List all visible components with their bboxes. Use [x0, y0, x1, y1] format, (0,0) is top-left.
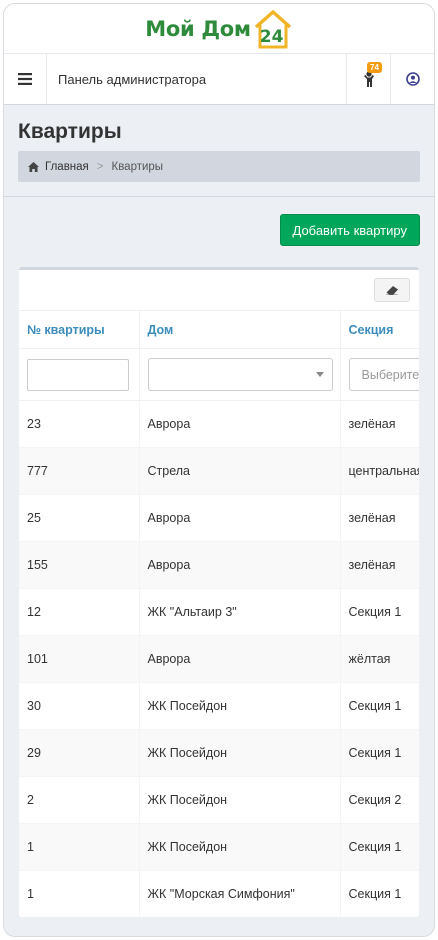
content: Квартиры Главная > Квартиры Добавить ква… [4, 105, 434, 917]
table-row[interactable]: 2 ЖК Посейдон Секция 2 [19, 776, 419, 824]
cell-number: 1 [19, 870, 140, 917]
cell-house: ЖК "Морская Симфония" [139, 870, 341, 917]
navbar-title: Панель администратора [58, 71, 207, 87]
cell-house: ЖК "Альтаир 3" [139, 588, 341, 636]
cell-house: Аврора [139, 635, 341, 683]
navbar: Панель администратора 74 [4, 54, 434, 105]
cell-section: зелёная [340, 541, 419, 589]
table-row[interactable]: 777 Стрела центральная [19, 447, 419, 495]
notifications-button[interactable]: 74 [346, 54, 390, 104]
cell-section: зелёная [340, 494, 419, 542]
page-title: Квартиры [18, 120, 122, 143]
table-row[interactable]: 25 Аврора зелёная [19, 494, 419, 542]
notification-badge: 74 [367, 62, 382, 73]
logo-number: 24 [259, 26, 284, 47]
breadcrumb-separator: > [96, 160, 104, 173]
cell-house: ЖК Посейдон [139, 729, 341, 777]
breadcrumb-home-label: Главная [45, 160, 89, 173]
cell-number: 12 [19, 588, 140, 636]
cell-number: 30 [19, 682, 140, 730]
app-frame: Мой Дом 24 Панель администратора 74 Квар… [3, 3, 435, 937]
table-row[interactable]: 23 Аврора зелёная [19, 400, 419, 448]
menu-toggle-button[interactable] [4, 54, 47, 104]
user-icon [405, 72, 420, 86]
eraser-icon [386, 285, 398, 295]
cell-house: Стрела [139, 447, 341, 495]
column-header-number[interactable]: № квартиры [19, 311, 140, 349]
cell-number: 25 [19, 494, 140, 542]
cell-house: Аврора [139, 400, 341, 448]
cell-section: Секция 1 [340, 588, 419, 636]
cell-number: 101 [19, 635, 140, 683]
caret-down-icon [315, 372, 324, 377]
column-header-section[interactable]: Секция [340, 311, 419, 349]
table-row[interactable]: 1 ЖК Посейдон Секция 1 [19, 823, 419, 871]
table-row[interactable]: 29 ЖК Посейдон Секция 1 [19, 729, 419, 777]
cell-section: Секция 1 [340, 729, 419, 777]
table-header-row: № квартиры Дом Секция [19, 311, 419, 349]
table-tools [19, 270, 419, 311]
table-row[interactable]: 101 Аврора жёлтая [19, 635, 419, 683]
cell-section: жёлтая [340, 635, 419, 683]
apartments-table-box: № квартиры Дом Секция Выберите... 23Авро… [19, 267, 419, 917]
actions-bar: Добавить квартиру [18, 197, 420, 246]
breadcrumb: Главная > Квартиры [18, 151, 420, 182]
cell-number: 2 [19, 776, 140, 824]
logo-bar: Мой Дом 24 [4, 4, 434, 54]
add-apartment-button[interactable]: Добавить квартиру [279, 214, 420, 246]
cell-house: Аврора [139, 541, 341, 589]
filter-number-input[interactable] [27, 358, 129, 391]
filter-row: Выберите... [19, 348, 419, 401]
logo-house-icon: 24 [253, 7, 293, 51]
hamburger-icon [18, 73, 32, 85]
cell-section: Секция 2 [340, 776, 419, 824]
user-menu-button[interactable] [390, 54, 434, 104]
clear-filters-button[interactable] [374, 278, 410, 302]
filter-house-select[interactable] [147, 358, 333, 391]
breadcrumb-home-link[interactable]: Главная [28, 161, 89, 173]
cell-number: 29 [19, 729, 140, 777]
cell-number: 155 [19, 541, 140, 589]
breadcrumb-current: Квартиры [111, 160, 164, 173]
table-row[interactable]: 12 ЖК "Альтаир 3" Секция 1 [19, 588, 419, 636]
table-row[interactable]: 1 ЖК "Морская Симфония" Секция 1 [19, 870, 419, 917]
cell-number: 23 [19, 400, 140, 448]
cell-section: зелёная [340, 400, 419, 448]
apartments-table: № квартиры Дом Секция Выберите... 23Авро… [19, 311, 419, 917]
cell-section: Секция 1 [340, 870, 419, 917]
home-icon [28, 161, 39, 172]
cell-number: 1 [19, 823, 140, 871]
cell-section: Секция 1 [340, 682, 419, 730]
cell-house: ЖК Посейдон [139, 776, 341, 824]
table-row[interactable]: 30 ЖК Посейдон Секция 1 [19, 682, 419, 730]
cell-number: 777 [19, 447, 140, 495]
cell-house: ЖК Посейдон [139, 823, 341, 871]
cell-section: центральная [340, 447, 419, 495]
cell-house: Аврора [139, 494, 341, 542]
cell-section: Секция 1 [340, 823, 419, 871]
logo-text: Мой Дом [145, 16, 251, 41]
cell-house: ЖК Посейдон [139, 682, 341, 730]
filter-section-select[interactable]: Выберите... [348, 358, 419, 391]
column-header-house[interactable]: Дом [139, 311, 341, 349]
table-row[interactable]: 155 Аврора зелёная [19, 541, 419, 589]
